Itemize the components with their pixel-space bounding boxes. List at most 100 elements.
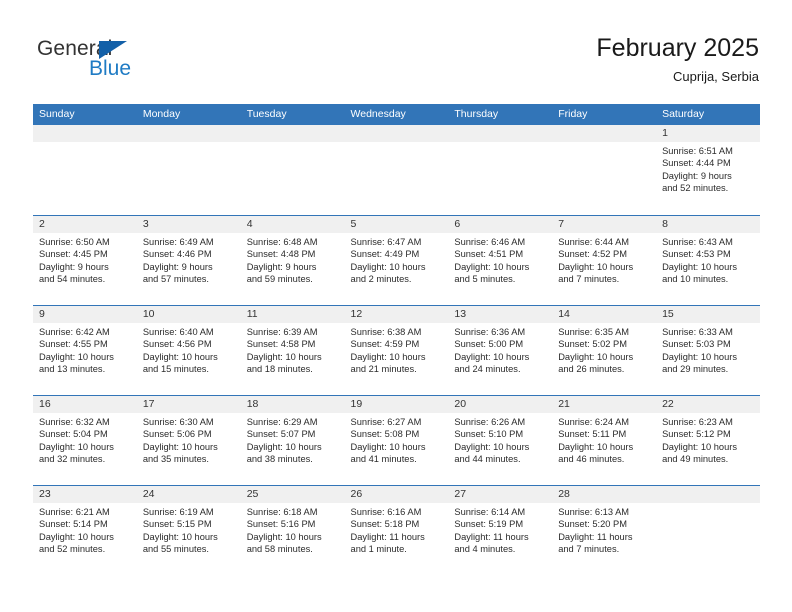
calendar-day-cell[interactable]: 28 Sunrise: 6:13 AM Sunset: 5:20 PM Dayligh… bbox=[552, 486, 657, 575]
day-header-sunday: Sunday bbox=[39, 108, 75, 120]
daylight-duration-line1: Daylight: 10 hours bbox=[350, 261, 426, 272]
general-blue-logo[interactable]: General Blue bbox=[37, 38, 157, 86]
day-header-friday: Friday bbox=[558, 108, 588, 120]
calendar-day-cell[interactable]: 11 Sunrise: 6:39 AM Sunset: 4:58 PM Dayligh… bbox=[240, 306, 345, 395]
daylight-duration-line1: Daylight: 10 hours bbox=[454, 441, 530, 452]
calendar-day-cell[interactable]: 20 Sunrise: 6:26 AM Sunset: 5:10 PM Dayligh… bbox=[448, 396, 553, 485]
sunrise-time: Sunrise: 6:50 AM bbox=[39, 237, 110, 247]
sunset-time: Sunset: 5:18 PM bbox=[350, 519, 420, 530]
day-number bbox=[448, 125, 553, 142]
calendar-day-cell[interactable]: 10 Sunrise: 6:40 AM Sunset: 4:56 PM Dayligh… bbox=[136, 306, 241, 395]
sunset-time: Sunset: 5:00 PM bbox=[454, 339, 524, 350]
day-number: 17 bbox=[136, 396, 241, 413]
day-details: Sunrise: 6:47 AM Sunset: 4:49 PM Daylight:… bbox=[345, 233, 449, 286]
calendar-day-cell[interactable]: 19 Sunrise: 6:27 AM Sunset: 5:08 PM Dayligh… bbox=[344, 396, 449, 485]
sunrise-time: Sunrise: 6:18 AM bbox=[246, 507, 318, 517]
daylight-duration-line1: Daylight: 11 hours bbox=[350, 531, 425, 542]
calendar-day-cell[interactable]: 6 Sunrise: 6:46 AM Sunset: 4:51 PM Daylight… bbox=[448, 216, 553, 305]
page-subtitle-location: Cuprija, Serbia bbox=[673, 69, 759, 84]
day-number: 11 bbox=[240, 306, 345, 323]
calendar-day-cell[interactable]: 13 Sunrise: 6:36 AM Sunset: 5:00 PM Dayligh… bbox=[448, 306, 553, 395]
calendar-day-cell[interactable]: 17 Sunrise: 6:30 AM Sunset: 5:06 PM Dayligh… bbox=[136, 396, 241, 485]
calendar-day-cell[interactable]: 26 Sunrise: 6:16 AM Sunset: 5:18 PM Dayligh… bbox=[344, 486, 449, 575]
calendar-day-cell[interactable]: 24 Sunrise: 6:19 AM Sunset: 5:15 PM Dayligh… bbox=[136, 486, 241, 575]
daylight-duration-line1: Daylight: 9 hours bbox=[142, 261, 213, 272]
daylight-duration-line1: Daylight: 10 hours bbox=[39, 441, 114, 452]
calendar-day-cell[interactable]: 5 Sunrise: 6:47 AM Sunset: 4:49 PM Daylight… bbox=[344, 216, 449, 305]
day-details: Sunrise: 6:29 AM Sunset: 5:07 PM Daylight:… bbox=[241, 413, 345, 466]
daylight-duration-line2: and 5 minutes. bbox=[454, 274, 516, 285]
daylight-duration-line2: and 52 minutes. bbox=[39, 544, 106, 555]
day-number: 1 bbox=[656, 125, 760, 142]
sunrise-time: Sunrise: 6:13 AM bbox=[558, 507, 630, 517]
day-details: Sunrise: 6:33 AM Sunset: 5:03 PM Daylight:… bbox=[656, 323, 760, 376]
sunset-time: Sunset: 4:44 PM bbox=[662, 158, 731, 169]
calendar-day-cell[interactable]: 15 Sunrise: 6:33 AM Sunset: 5:03 PM Dayligh… bbox=[656, 306, 760, 395]
calendar-day-cell-empty bbox=[240, 125, 345, 215]
calendar-day-cell[interactable]: 18 Sunrise: 6:29 AM Sunset: 5:07 PM Dayligh… bbox=[240, 396, 345, 485]
calendar-day-cell[interactable]: 9 Sunrise: 6:42 AM Sunset: 4:55 PM Daylight… bbox=[33, 306, 137, 395]
day-number: 15 bbox=[656, 306, 760, 323]
calendar-day-cell[interactable]: 21 Sunrise: 6:24 AM Sunset: 5:11 PM Dayligh… bbox=[552, 396, 657, 485]
day-details: Sunrise: 6:23 AM Sunset: 5:12 PM Daylight:… bbox=[656, 413, 760, 466]
calendar-day-cell[interactable]: 3 Sunrise: 6:49 AM Sunset: 4:46 PM Daylight… bbox=[136, 216, 241, 305]
sunset-time: Sunset: 5:14 PM bbox=[39, 519, 108, 530]
sunset-time: Sunset: 5:11 PM bbox=[558, 429, 627, 440]
day-details: Sunrise: 6:44 AM Sunset: 4:52 PM Daylight:… bbox=[552, 233, 656, 286]
daylight-duration-line2: and 4 minutes. bbox=[454, 544, 516, 555]
title-block: February 2025 Cuprija, Serbia bbox=[596, 33, 759, 86]
calendar-day-cell-empty bbox=[656, 486, 760, 575]
daylight-duration-line1: Daylight: 9 hours bbox=[662, 170, 732, 181]
calendar-day-cell[interactable]: 25 Sunrise: 6:18 AM Sunset: 5:16 PM Dayligh… bbox=[240, 486, 345, 575]
calendar-day-cell[interactable]: 12 Sunrise: 6:38 AM Sunset: 4:59 PM Dayligh… bbox=[344, 306, 449, 395]
daylight-duration-line1: Daylight: 10 hours bbox=[454, 351, 530, 362]
calendar-day-cell[interactable]: 8 Sunrise: 6:43 AM Sunset: 4:53 PM Daylight… bbox=[656, 216, 760, 305]
sunset-time: Sunset: 4:59 PM bbox=[350, 339, 420, 350]
sunset-time: Sunset: 5:10 PM bbox=[454, 429, 524, 440]
daylight-duration-line2: and 1 minute. bbox=[350, 544, 407, 555]
calendar-day-cell[interactable]: 7 Sunrise: 6:44 AM Sunset: 4:52 PM Daylight… bbox=[552, 216, 657, 305]
day-number: 21 bbox=[552, 396, 657, 413]
day-details: Sunrise: 6:21 AM Sunset: 5:14 PM Daylight:… bbox=[33, 503, 137, 556]
calendar-week-row: 9 Sunrise: 6:42 AM Sunset: 4:55 PM Daylight… bbox=[33, 305, 760, 395]
sunrise-time: Sunrise: 6:48 AM bbox=[246, 237, 318, 247]
sunrise-time: Sunrise: 6:21 AM bbox=[39, 507, 110, 517]
logo-text-blue: Blue bbox=[89, 57, 132, 80]
sunrise-time: Sunrise: 6:44 AM bbox=[558, 237, 630, 247]
calendar-day-cell-empty bbox=[33, 125, 137, 215]
sunrise-time: Sunrise: 6:46 AM bbox=[454, 237, 526, 247]
daylight-duration-line2: and 18 minutes. bbox=[246, 364, 313, 375]
sunrise-time: Sunrise: 6:26 AM bbox=[454, 417, 526, 427]
day-number: 19 bbox=[344, 396, 449, 413]
sunrise-time: Sunrise: 6:47 AM bbox=[350, 237, 422, 247]
calendar-day-cell[interactable]: 23 Sunrise: 6:21 AM Sunset: 5:14 PM Dayligh… bbox=[33, 486, 137, 575]
daylight-duration-line2: and 2 minutes. bbox=[350, 274, 412, 285]
day-number: 8 bbox=[656, 216, 760, 233]
calendar-day-cell[interactable]: 27 Sunrise: 6:14 AM Sunset: 5:19 PM Dayligh… bbox=[448, 486, 553, 575]
daylight-duration-line1: Daylight: 10 hours bbox=[662, 261, 737, 272]
daylight-duration-line1: Daylight: 10 hours bbox=[246, 351, 322, 362]
day-number: 16 bbox=[33, 396, 137, 413]
day-details: Sunrise: 6:14 AM Sunset: 5:19 PM Daylight:… bbox=[448, 503, 552, 556]
calendar-day-cell[interactable]: 16 Sunrise: 6:32 AM Sunset: 5:04 PM Dayligh… bbox=[33, 396, 137, 485]
calendar-day-cell[interactable]: 22 Sunrise: 6:23 AM Sunset: 5:12 PM Dayligh… bbox=[656, 396, 760, 485]
daylight-duration-line1: Daylight: 10 hours bbox=[558, 261, 634, 272]
day-number: 14 bbox=[552, 306, 657, 323]
day-details: Sunrise: 6:26 AM Sunset: 5:10 PM Daylight:… bbox=[448, 413, 552, 466]
sunrise-time: Sunrise: 6:51 AM bbox=[662, 146, 733, 156]
daylight-duration-line1: Daylight: 10 hours bbox=[246, 531, 322, 542]
calendar-day-cell[interactable]: 2 Sunrise: 6:50 AM Sunset: 4:45 PM Daylight… bbox=[33, 216, 137, 305]
calendar-day-cell-empty bbox=[344, 125, 449, 215]
calendar-week-row: 1 Sunrise: 6:51 AM Sunset: 4:44 PM Daylight… bbox=[33, 125, 760, 215]
sunrise-time: Sunrise: 6:33 AM bbox=[662, 327, 733, 337]
day-number: 25 bbox=[240, 486, 345, 503]
daylight-duration-line2: and 29 minutes. bbox=[662, 364, 729, 375]
daylight-duration-line1: Daylight: 10 hours bbox=[350, 441, 426, 452]
day-number: 26 bbox=[344, 486, 449, 503]
calendar-day-cell-empty bbox=[448, 125, 553, 215]
calendar-day-cell[interactable]: 1 Sunrise: 6:51 AM Sunset: 4:44 PM Daylight… bbox=[656, 125, 760, 215]
calendar-day-cell[interactable]: 14 Sunrise: 6:35 AM Sunset: 5:02 PM Dayligh… bbox=[552, 306, 657, 395]
calendar-day-cell[interactable]: 4 Sunrise: 6:48 AM Sunset: 4:48 PM Daylight… bbox=[240, 216, 345, 305]
sunset-time: Sunset: 5:15 PM bbox=[142, 519, 212, 530]
sunrise-time: Sunrise: 6:39 AM bbox=[246, 327, 318, 337]
